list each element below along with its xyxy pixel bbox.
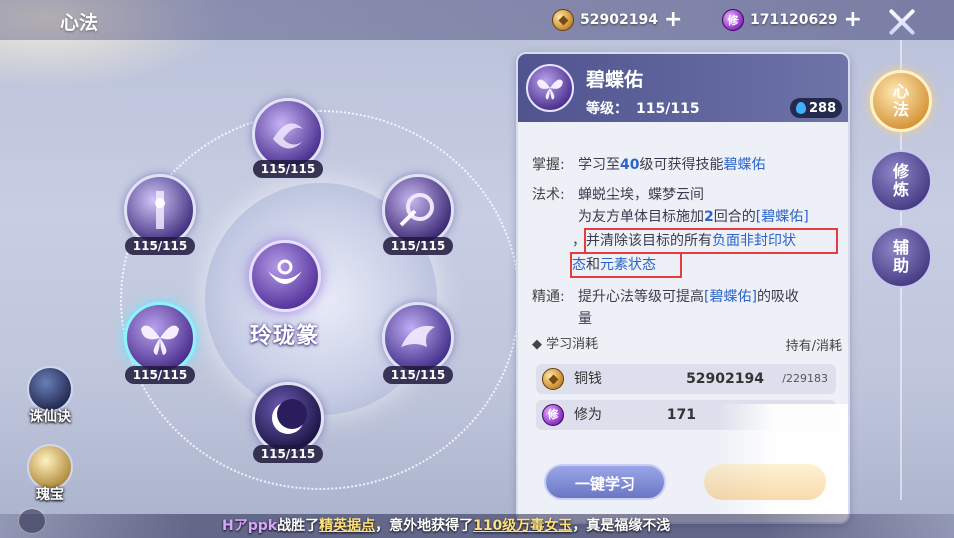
cultivation-icon: 修 — [722, 9, 744, 31]
cost-coin-have: 52902194 — [686, 371, 764, 387]
node-level-lower-right: 115/115 — [383, 366, 453, 384]
refine-line2: 量 — [578, 311, 592, 327]
ticker-text-2: ，意外地获得了 — [375, 518, 474, 534]
skill-node-bottom[interactable] — [252, 382, 324, 454]
center-skill-name: 玲珑篆 — [250, 324, 320, 349]
water-drop-icon — [796, 102, 806, 114]
refine-pre: 提升心法等级可提高 — [578, 289, 704, 305]
zhuxian-jue-button[interactable]: 诛仙诀 — [24, 366, 76, 426]
art-line1: 蝉蜕尘埃，蝶梦云间 — [578, 187, 704, 203]
coin-display: 52902194 + — [552, 9, 682, 31]
one-click-learn-button[interactable]: 一键学习 — [544, 464, 666, 500]
cultivation-display: 修 171120629 + — [722, 9, 862, 31]
skill-node-upper-right[interactable] — [382, 174, 454, 246]
learn-button-secondary[interactable] — [704, 464, 826, 500]
linglong-emblem-icon[interactable] — [249, 240, 321, 312]
refine-label: 精通: — [532, 289, 565, 305]
skill-info-panel: 碧蝶佑 等级： 115/115 288 掌握: 学习至40级可获得技能碧蝶佑 法术… — [516, 52, 850, 524]
ticker-text-3: ，真是福缘不浅 — [572, 518, 671, 534]
cost-title-text: 学习消耗 — [546, 337, 599, 352]
tab-fuzhu[interactable]: 辅助 — [870, 226, 932, 288]
ticker-text-1: 战胜了 — [277, 518, 320, 534]
power-badge: 288 — [790, 98, 843, 118]
mastery-mid: 级可获得技能 — [639, 157, 724, 173]
node-level-upper-right: 115/115 — [383, 237, 453, 255]
add-cultivation-button[interactable]: + — [844, 9, 862, 31]
coin-amount: 52902194 — [580, 12, 658, 28]
cost-cult-have: 171 — [666, 407, 696, 423]
mastery-level: 40 — [620, 157, 640, 173]
tab-xiulian[interactable]: 修炼 — [870, 150, 932, 212]
cultivation-icon: 修 — [542, 404, 564, 426]
tab-xinfa-label: 心法 — [892, 82, 909, 119]
mastery-pre: 学习至 — [578, 157, 620, 173]
art-line2-num: 2 — [704, 209, 714, 225]
cost-row-coin: 铜钱 52902194 /229183 — [536, 364, 836, 394]
ticker-place[interactable]: 精英据点 — [319, 518, 375, 534]
zhuxian-jue-label: 诛仙诀 — [29, 409, 71, 425]
add-coin-button[interactable]: + — [664, 9, 682, 31]
tab-fuzhu-label: 辅助 — [892, 238, 909, 275]
treasure-label: 瑰宝 — [36, 487, 64, 503]
mastery-label: 掌握: — [532, 157, 565, 173]
power-value: 288 — [809, 100, 837, 116]
butterfly-skill-icon — [526, 64, 574, 112]
art-label: 法术: — [532, 187, 565, 203]
skill-level: 等级： 115/115 — [586, 98, 700, 118]
cultivation-amount: 171120629 — [750, 12, 838, 28]
art-line2-pre: 为友方单体目标施加 — [578, 209, 704, 225]
mastery-skill: 碧蝶佑 — [723, 157, 766, 173]
art-line2-skill: [碧蝶佑] — [755, 209, 809, 225]
tab-xinfa[interactable]: 心法 — [870, 70, 932, 132]
art-line2-mid: 回合的 — [713, 209, 756, 225]
cost-title: ◆ 学习消耗 — [532, 337, 599, 352]
close-icon[interactable] — [884, 4, 920, 40]
page-title: 心法 — [60, 12, 99, 34]
skill-node-lower-right[interactable] — [382, 302, 454, 374]
skill-name: 碧蝶佑 — [586, 69, 644, 91]
system-ticker: Hアppk战胜了精英据点，意外地获得了110级万毒女玉，真是福缘不浅 — [0, 514, 954, 538]
level-label: 等级： — [586, 101, 628, 117]
highlight-box-1 — [584, 228, 838, 254]
skill-node-upper-left[interactable] — [124, 174, 196, 246]
skill-node-lower-left[interactable] — [124, 302, 196, 374]
tab-xiulian-label: 修炼 — [892, 162, 909, 199]
copper-coin-icon — [552, 9, 574, 31]
refine-post: 的吸收 — [756, 289, 799, 305]
refine-skill: [碧蝶佑] — [704, 289, 757, 305]
ticker-item[interactable]: 110级万毒女玉 — [473, 518, 572, 534]
cost-cult-name: 修为 — [574, 407, 602, 423]
node-level-bottom: 115/115 — [253, 445, 323, 463]
copper-coin-icon — [542, 368, 564, 390]
level-value: 115/115 — [636, 101, 700, 117]
cost-header-right: 持有/消耗 — [785, 339, 842, 354]
cost-coin-name: 铜钱 — [574, 371, 602, 387]
treasure-button[interactable]: 瑰宝 — [24, 444, 76, 504]
ticker-player[interactable]: Hアppk — [222, 518, 277, 534]
cost-coin-need: /229183 — [782, 372, 828, 385]
highlight-box-2 — [570, 252, 682, 278]
node-level-upper-left: 115/115 — [125, 237, 195, 255]
node-level-top: 115/115 — [253, 160, 323, 178]
node-level-lower-left: 115/115 — [125, 366, 195, 384]
